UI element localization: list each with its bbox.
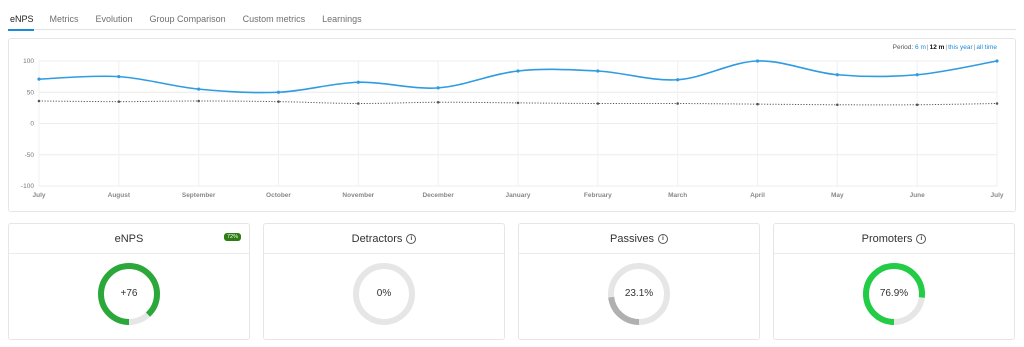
data-point	[596, 102, 600, 105]
x-tick-label: November	[342, 192, 374, 199]
data-point	[995, 59, 999, 63]
data-point	[197, 87, 201, 91]
data-point	[596, 69, 600, 73]
card-header: Detractors i	[264, 224, 504, 254]
card-header: Promoters i	[774, 224, 1014, 254]
data-point	[356, 80, 360, 84]
x-tick-label: July	[990, 192, 1003, 199]
data-point	[277, 100, 280, 103]
promoters-card: Promoters i 76.9%	[773, 223, 1015, 340]
x-tick-label: May	[831, 192, 844, 199]
tab-evolution[interactable]: Evolution	[96, 0, 141, 29]
passives-card: Passives i 23.1%	[518, 223, 760, 340]
x-tick-label: October	[266, 192, 291, 199]
x-tick-label: August	[108, 192, 131, 199]
card-title: Promoters	[861, 232, 913, 245]
tab-metrics[interactable]: Metrics	[50, 0, 87, 29]
x-tick-label: December	[422, 192, 454, 199]
card-title: Passives	[609, 232, 655, 245]
data-point	[676, 78, 680, 82]
enps-line-chart: 100 50 0 -50 -100 July August September October N…	[21, 58, 1004, 199]
data-point	[37, 77, 41, 81]
evolution-chart-card: Period: 6 m|12 m|this year|all time 100 5…	[8, 38, 1016, 212]
x-tick-label: April	[750, 192, 765, 199]
data-point	[995, 102, 999, 105]
data-point	[915, 73, 919, 77]
data-point	[197, 99, 200, 103]
card-value: 0%	[376, 288, 392, 299]
x-tick-label: June	[910, 192, 926, 199]
y-tick-label: 0	[30, 121, 34, 128]
tab-learnings[interactable]: Learnings	[322, 0, 370, 29]
info-icon[interactable]: i	[916, 233, 927, 244]
detractors-card: Detractors i 0%	[263, 223, 505, 340]
data-point	[276, 90, 281, 94]
info-icon[interactable]: i	[658, 233, 669, 244]
card-value: 76.9%	[879, 288, 909, 299]
data-point	[117, 100, 121, 103]
y-tick-label: -100	[21, 183, 34, 190]
x-tick-label: January	[506, 192, 531, 199]
card-header: eNPS 72%	[9, 224, 249, 254]
data-point	[117, 75, 121, 79]
x-tick-label: February	[584, 192, 612, 199]
data-point	[516, 69, 520, 73]
data-point	[436, 100, 440, 104]
tab-group-comparison[interactable]: Group Comparison	[150, 0, 234, 29]
x-tick-label: July	[32, 192, 45, 199]
tab-enps[interactable]: eNPS	[8, 0, 34, 31]
x-tick-label: March	[668, 192, 687, 199]
data-point	[436, 86, 440, 90]
card-title: eNPS	[114, 232, 144, 245]
data-point	[756, 102, 759, 106]
card-header: Passives i	[519, 224, 759, 254]
info-icon[interactable]: i	[406, 233, 417, 244]
enps-card: eNPS 72% +76	[8, 223, 250, 340]
tab-bar: eNPS Metrics Evolution Group Comparison …	[8, 0, 1016, 31]
tab-custom-metrics[interactable]: Custom metrics	[243, 0, 314, 29]
x-tick-label: September	[182, 192, 216, 199]
y-tick-label: -50	[25, 152, 35, 159]
y-tick-label: 100	[23, 58, 34, 65]
data-point	[37, 99, 41, 103]
data-point	[676, 102, 679, 105]
data-point	[516, 101, 520, 105]
card-value: 23.1%	[624, 288, 654, 299]
data-point	[357, 102, 360, 105]
data-point	[755, 59, 760, 63]
y-tick-label: 50	[27, 89, 35, 96]
data-point	[836, 103, 839, 107]
score-badge: 72%	[223, 233, 241, 241]
card-value: +76	[120, 288, 138, 299]
data-point	[835, 73, 839, 77]
card-title: Detractors	[351, 232, 403, 245]
data-point	[915, 103, 919, 107]
